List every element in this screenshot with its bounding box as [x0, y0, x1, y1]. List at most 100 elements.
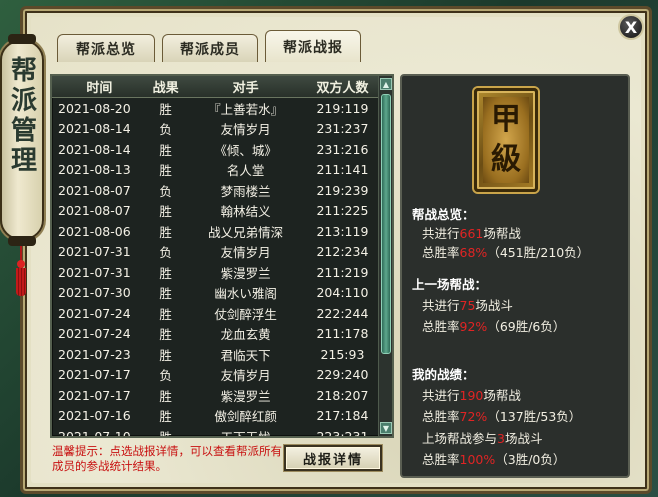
table-row[interactable]: 2021-07-16 胜 傲剑醉红颜 217:184 [52, 406, 378, 427]
overview-winrate-detail: （451胜/210负） [487, 245, 590, 260]
row-opponent: 友情岁月 [220, 122, 271, 138]
scroll-up-icon[interactable]: ▲ [380, 78, 392, 90]
row-opponent: 战乂兄弟情深 [208, 224, 284, 240]
scroll-knob-bottom [8, 236, 36, 246]
row-result: 负 [159, 122, 172, 138]
tab-guild-members[interactable]: 帮派成员 [162, 34, 258, 62]
row-result: 胜 [159, 101, 172, 117]
my-last-winrate-detail: （3胜/0负） [495, 452, 566, 467]
row-opponent: 紫漫罗兰 [220, 388, 271, 404]
row-date: 2021-07-31 [58, 264, 131, 280]
row-opponent: 梦雨楼兰 [220, 183, 271, 199]
row-count: 211:178 [316, 326, 369, 342]
row-result: 胜 [159, 388, 172, 404]
rank-char-2: 級 [491, 142, 521, 177]
scroll-thumb[interactable] [381, 94, 391, 354]
row-date: 2021-07-10 [52, 429, 147, 436]
row-opponent: 紫漫罗兰 [220, 265, 271, 281]
row-opponent: 幽水い雅阁 [214, 286, 277, 302]
overview-title: 帮战总览： [412, 207, 475, 222]
close-button[interactable]: X [618, 14, 644, 40]
my-winrate-value: 72% [459, 409, 488, 424]
row-result: 负 [159, 368, 172, 384]
my-last-winrate-line: 总胜率100%（3胜/0负） [422, 449, 565, 468]
row-result: 胜 [159, 163, 172, 179]
table-row[interactable]: 2021-07-23 胜 君临天下 215:93 [52, 344, 378, 365]
table-row[interactable]: 2021-07-10胜天下无忧223:231 [52, 426, 378, 436]
row-result: 负 [159, 245, 172, 261]
row-count: 215:93 [320, 346, 365, 362]
tab-guild-overview[interactable]: 帮派总览 [57, 34, 155, 62]
row-count: 229:240 [316, 367, 369, 383]
side-title: 帮派管理 [6, 56, 37, 176]
row-date: 2021-08-07 [58, 182, 131, 198]
overview-winrate-line: 总胜率68%（451胜/210负） [422, 242, 589, 261]
row-opponent: 天下无忧 [184, 427, 306, 436]
table-row[interactable]: 2021-08-07 负 梦雨楼兰 219:239 [52, 180, 378, 201]
last-winrate-value: 92% [459, 319, 488, 334]
table-row[interactable]: 2021-08-14 胜 《倾、城》 231:216 [52, 139, 378, 160]
my-winrate-detail: （137胜/53负） [487, 409, 582, 424]
row-result: 胜 [159, 224, 172, 240]
battle-report-detail-button[interactable]: 战报详情 [284, 445, 382, 471]
row-opponent: 翰林结义 [220, 204, 271, 220]
row-date: 2021-08-07 [58, 203, 131, 219]
row-count: 219:239 [316, 182, 369, 198]
tab-guild-battle-report[interactable]: 帮派战报 [265, 30, 361, 62]
table-scrollbar[interactable]: ▲ ▼ [378, 76, 392, 436]
row-count: 231:216 [316, 141, 369, 157]
row-opponent: 君临天下 [220, 347, 271, 363]
table-row[interactable]: 2021-07-24 胜 仗剑醉浮生 222:244 [52, 303, 378, 324]
table-row[interactable]: 2021-08-14 负 友情岁月 231:237 [52, 119, 378, 140]
table-row[interactable]: 2021-07-17 胜 紫漫罗兰 218:207 [52, 385, 378, 406]
row-count: 222:244 [316, 305, 369, 321]
my-total-unit: 场帮战 [483, 388, 521, 403]
table-row[interactable]: 2021-07-31 负 友情岁月 212:234 [52, 242, 378, 263]
overview-total-label: 共进行 [422, 226, 460, 241]
last-battle-winrate-line: 总胜率92%（69胜/6负） [422, 316, 565, 335]
row-date: 2021-08-20 [58, 100, 131, 116]
row-count: 218:207 [316, 387, 369, 403]
table-header: 时间 战果 对手 双方人数 [52, 76, 378, 98]
table-row[interactable]: 2021-07-24 胜 龙血玄黄 211:178 [52, 324, 378, 345]
row-result: 胜 [159, 409, 172, 425]
table-row[interactable]: 2021-08-13 胜 名人堂 211:141 [52, 160, 378, 181]
my-last-participation-label: 上场帮战参与 [422, 431, 498, 446]
table-row[interactable]: 2021-07-17 负 友情岁月 229:240 [52, 365, 378, 386]
table-row[interactable]: 2021-08-20 胜 『上善若水』 219:119 [52, 98, 378, 119]
my-last-participation-unit: 场战斗 [504, 431, 543, 446]
battle-report-table: 时间 战果 对手 双方人数 2021-08-20 胜『上善若水』 219:119 20… [50, 74, 394, 438]
table-row[interactable]: 2021-08-07 胜 翰林结义 211:225 [52, 201, 378, 222]
side-title-scroll: 帮派管理 [0, 34, 44, 246]
row-count: 211:225 [316, 203, 369, 219]
my-record-title: 我的战绩： [412, 367, 475, 382]
last-winrate-detail: （69胜/6负） [487, 319, 566, 334]
row-opponent: 《倾、城》 [214, 142, 277, 158]
hint-text: 温馨提示：点选战报详情，可以查看帮派所有成员的参战统计结果。 [52, 444, 282, 473]
overview-total-unit: 场帮战 [483, 226, 521, 241]
tassel-decoration [14, 240, 28, 300]
my-last-winrate-value: 100% [459, 452, 496, 467]
row-date: 2021-07-30 [58, 285, 131, 301]
last-battle-total-line: 共进行75场战斗 [422, 295, 513, 314]
row-opponent: 傲剑醉红颜 [214, 409, 277, 425]
row-result: 胜 [159, 306, 172, 322]
header-count: 双方人数 [316, 81, 369, 96]
row-count: 204:110 [316, 285, 369, 301]
row-date: 2021-08-14 [58, 141, 131, 157]
row-date: 2021-08-14 [58, 121, 131, 137]
row-count: 223:231 [307, 429, 378, 436]
overview-total-value: 661 [459, 226, 484, 241]
rank-char-1: 甲 [491, 102, 521, 137]
overview-winrate-label: 总胜率 [422, 245, 460, 260]
table-row[interactable]: 2021-07-31 胜 紫漫罗兰 211:219 [52, 262, 378, 283]
table-row[interactable]: 2021-08-06 胜 战乂兄弟情深 213:119 [52, 221, 378, 242]
table-row[interactable]: 2021-07-30 胜 幽水い雅阁 204:110 [52, 283, 378, 304]
row-date: 2021-07-24 [58, 326, 131, 342]
last-total-unit: 场战斗 [475, 298, 513, 313]
row-opponent: 『上善若水』 [208, 101, 284, 117]
scroll-down-icon[interactable]: ▼ [380, 422, 392, 434]
row-count: 231:237 [316, 121, 369, 137]
last-battle-title: 上一场帮战： [412, 277, 488, 292]
rank-badge: 甲 級 [474, 88, 538, 192]
